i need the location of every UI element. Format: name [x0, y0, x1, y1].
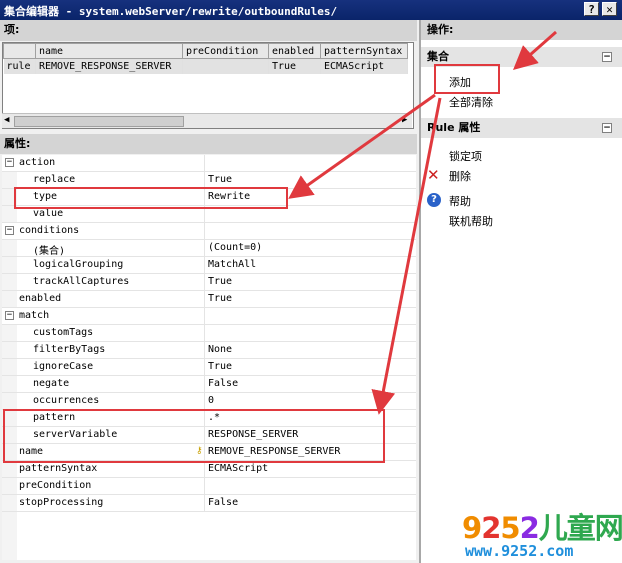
arrow-to-pattern	[371, 97, 442, 415]
annotation-arrows	[288, 30, 557, 415]
watermark-logo: 9252儿童网	[462, 505, 622, 547]
watermark-digit: 2	[519, 511, 540, 545]
watermark-digits: 9252	[462, 511, 540, 545]
watermark-chinese: 儿童网	[538, 511, 622, 545]
arrow-to-add	[513, 30, 557, 70]
watermark-digit: 5	[500, 511, 520, 545]
watermark-digit: 9	[462, 511, 482, 545]
arrow-to-type	[288, 93, 436, 199]
watermark-url: www.9252.com	[465, 542, 574, 560]
watermark-digit: 2	[481, 511, 501, 545]
watermark: 9252儿童网 www.9252.com	[462, 505, 622, 563]
